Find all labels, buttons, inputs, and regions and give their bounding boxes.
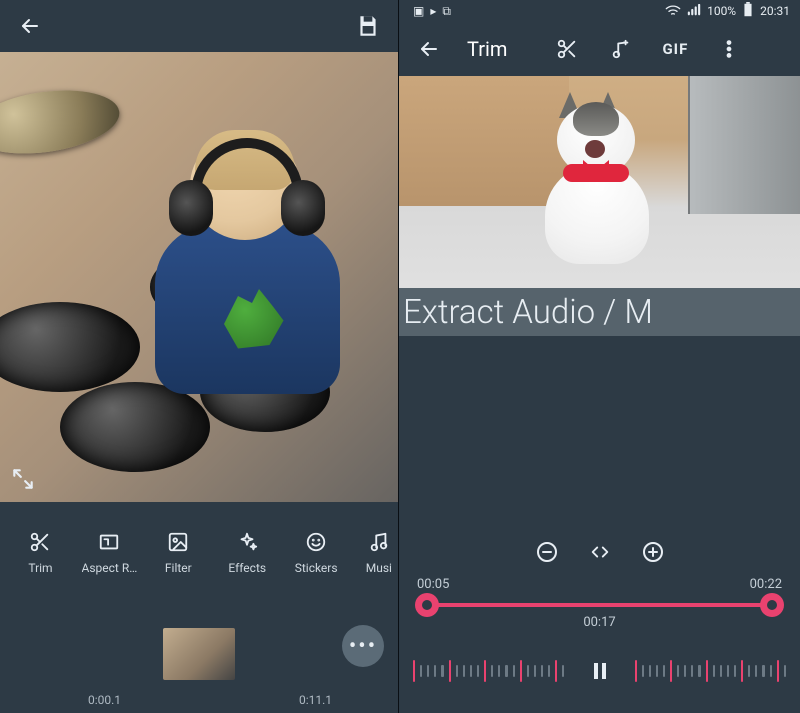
battery-icon	[742, 2, 754, 21]
screen-title: Trim	[467, 37, 507, 61]
clip-thumbnail[interactable]	[163, 628, 235, 680]
smile-icon	[303, 529, 329, 555]
tool-stickers[interactable]: Stickers	[282, 529, 351, 575]
tool-music[interactable]: Musi	[351, 529, 392, 575]
tool-label: Filter	[165, 561, 192, 575]
tool-label: Trim	[28, 561, 52, 575]
aspect-icon	[96, 529, 122, 555]
more-button[interactable]: •••	[342, 625, 384, 667]
tool-label: Stickers	[295, 561, 338, 575]
subject-child	[155, 132, 340, 392]
tool-label: Musi	[366, 561, 392, 575]
add-music-button[interactable]	[605, 33, 637, 65]
back-button[interactable]	[14, 10, 46, 42]
zoom-in-button[interactable]	[641, 540, 665, 568]
range-start: 00:05	[417, 577, 449, 592]
current-time: 0:00.1	[88, 693, 121, 707]
trim-screen: ▣ ▸ ⧉ 100% 20:31 Trim GIF	[398, 0, 800, 713]
tool-row: Trim Aspect R… Filter Effects Stickers M…	[0, 502, 398, 594]
range-handle-start[interactable]	[415, 593, 439, 617]
clock-text: 20:31	[760, 4, 790, 18]
save-button[interactable]	[352, 10, 384, 42]
fullscreen-icon[interactable]	[10, 466, 36, 492]
range-handle-end[interactable]	[760, 593, 784, 617]
music-icon	[366, 529, 392, 555]
cast-icon: ⧉	[442, 4, 451, 19]
wifi-icon	[665, 4, 681, 19]
scrubber-right[interactable]	[635, 656, 787, 686]
tool-label: Aspect R…	[82, 561, 138, 575]
scrubber-left[interactable]	[413, 656, 565, 686]
pause-button[interactable]	[579, 650, 621, 692]
zoom-controls	[399, 531, 800, 577]
range-duration: 00:17	[583, 615, 615, 630]
camera-icon: ▣	[413, 4, 424, 18]
scissors-icon	[27, 529, 53, 555]
battery-text: 100%	[707, 4, 736, 18]
overlay-caption: Extract Audio / M	[399, 288, 800, 336]
trim-preview[interactable]	[399, 76, 800, 288]
tool-aspect[interactable]: Aspect R…	[75, 529, 144, 575]
video-preview[interactable]	[0, 52, 398, 502]
subject-cat	[527, 102, 667, 267]
overflow-button[interactable]	[713, 33, 745, 65]
back-button[interactable]	[413, 33, 445, 65]
zoom-out-button[interactable]	[535, 540, 559, 568]
top-bar	[0, 0, 398, 52]
scrubber-row	[399, 639, 800, 703]
gif-label: GIF	[662, 40, 688, 58]
tool-label: Effects	[228, 561, 266, 575]
fit-button[interactable]	[589, 541, 611, 567]
signal-icon	[687, 4, 701, 19]
trim-toolbar: Trim GIF	[399, 22, 800, 76]
trim-range[interactable]: 00:05 00:22 00:17	[415, 581, 784, 639]
youtube-icon: ▸	[430, 4, 436, 18]
editor-screen: Trim Aspect R… Filter Effects Stickers M…	[0, 0, 398, 713]
tool-effects[interactable]: Effects	[213, 529, 282, 575]
sparkle-icon	[234, 529, 260, 555]
status-bar: ▣ ▸ ⧉ 100% 20:31	[399, 0, 800, 22]
filter-icon	[165, 529, 191, 555]
total-time: 0:11.1	[299, 693, 332, 707]
cut-button[interactable]	[551, 33, 583, 65]
tool-trim[interactable]: Trim	[6, 529, 75, 575]
gif-button[interactable]: GIF	[659, 33, 691, 65]
tool-filter[interactable]: Filter	[144, 529, 213, 575]
timeline-strip[interactable]: 0:00.1 0:11.1 •••	[0, 594, 398, 713]
range-end: 00:22	[750, 577, 782, 592]
